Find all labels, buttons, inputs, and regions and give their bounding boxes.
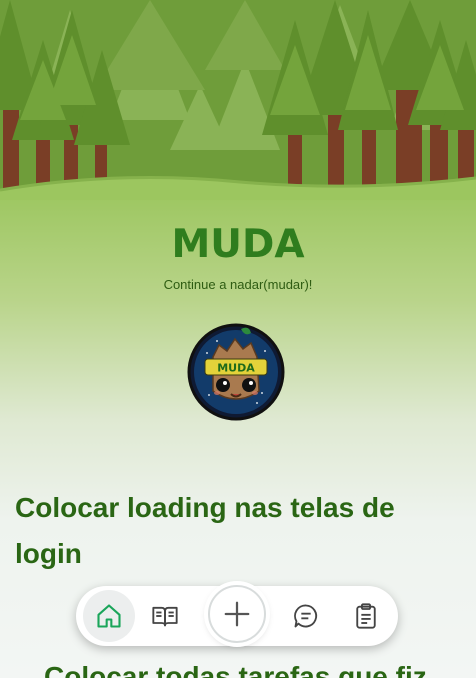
- home-icon: [97, 604, 121, 628]
- task-item[interactable]: Colocar loading nas telas de login: [15, 485, 455, 577]
- plus-icon: [224, 601, 250, 627]
- avatar: MUDA: [187, 323, 285, 421]
- nav-journal-button[interactable]: [141, 592, 189, 640]
- app-title: MUDA: [171, 222, 305, 267]
- forest-banner: [0, 0, 476, 200]
- app-tagline: Continue a nadar(mudar)!: [163, 277, 313, 292]
- chat-icon: [294, 604, 318, 628]
- nav-messages-button[interactable]: [282, 592, 330, 640]
- nav-home-button[interactable]: [83, 590, 135, 642]
- nav-tasks-button[interactable]: [342, 592, 390, 640]
- task-item[interactable]: Colocar todas tarefas que fiz: [44, 654, 476, 678]
- add-button[interactable]: [208, 585, 266, 643]
- clipboard-icon: [356, 603, 376, 629]
- hero-section: MUDA Continue a nadar(mudar)!: [0, 222, 476, 292]
- avatar-badge-text: MUDA: [217, 362, 255, 375]
- book-icon: [152, 606, 178, 627]
